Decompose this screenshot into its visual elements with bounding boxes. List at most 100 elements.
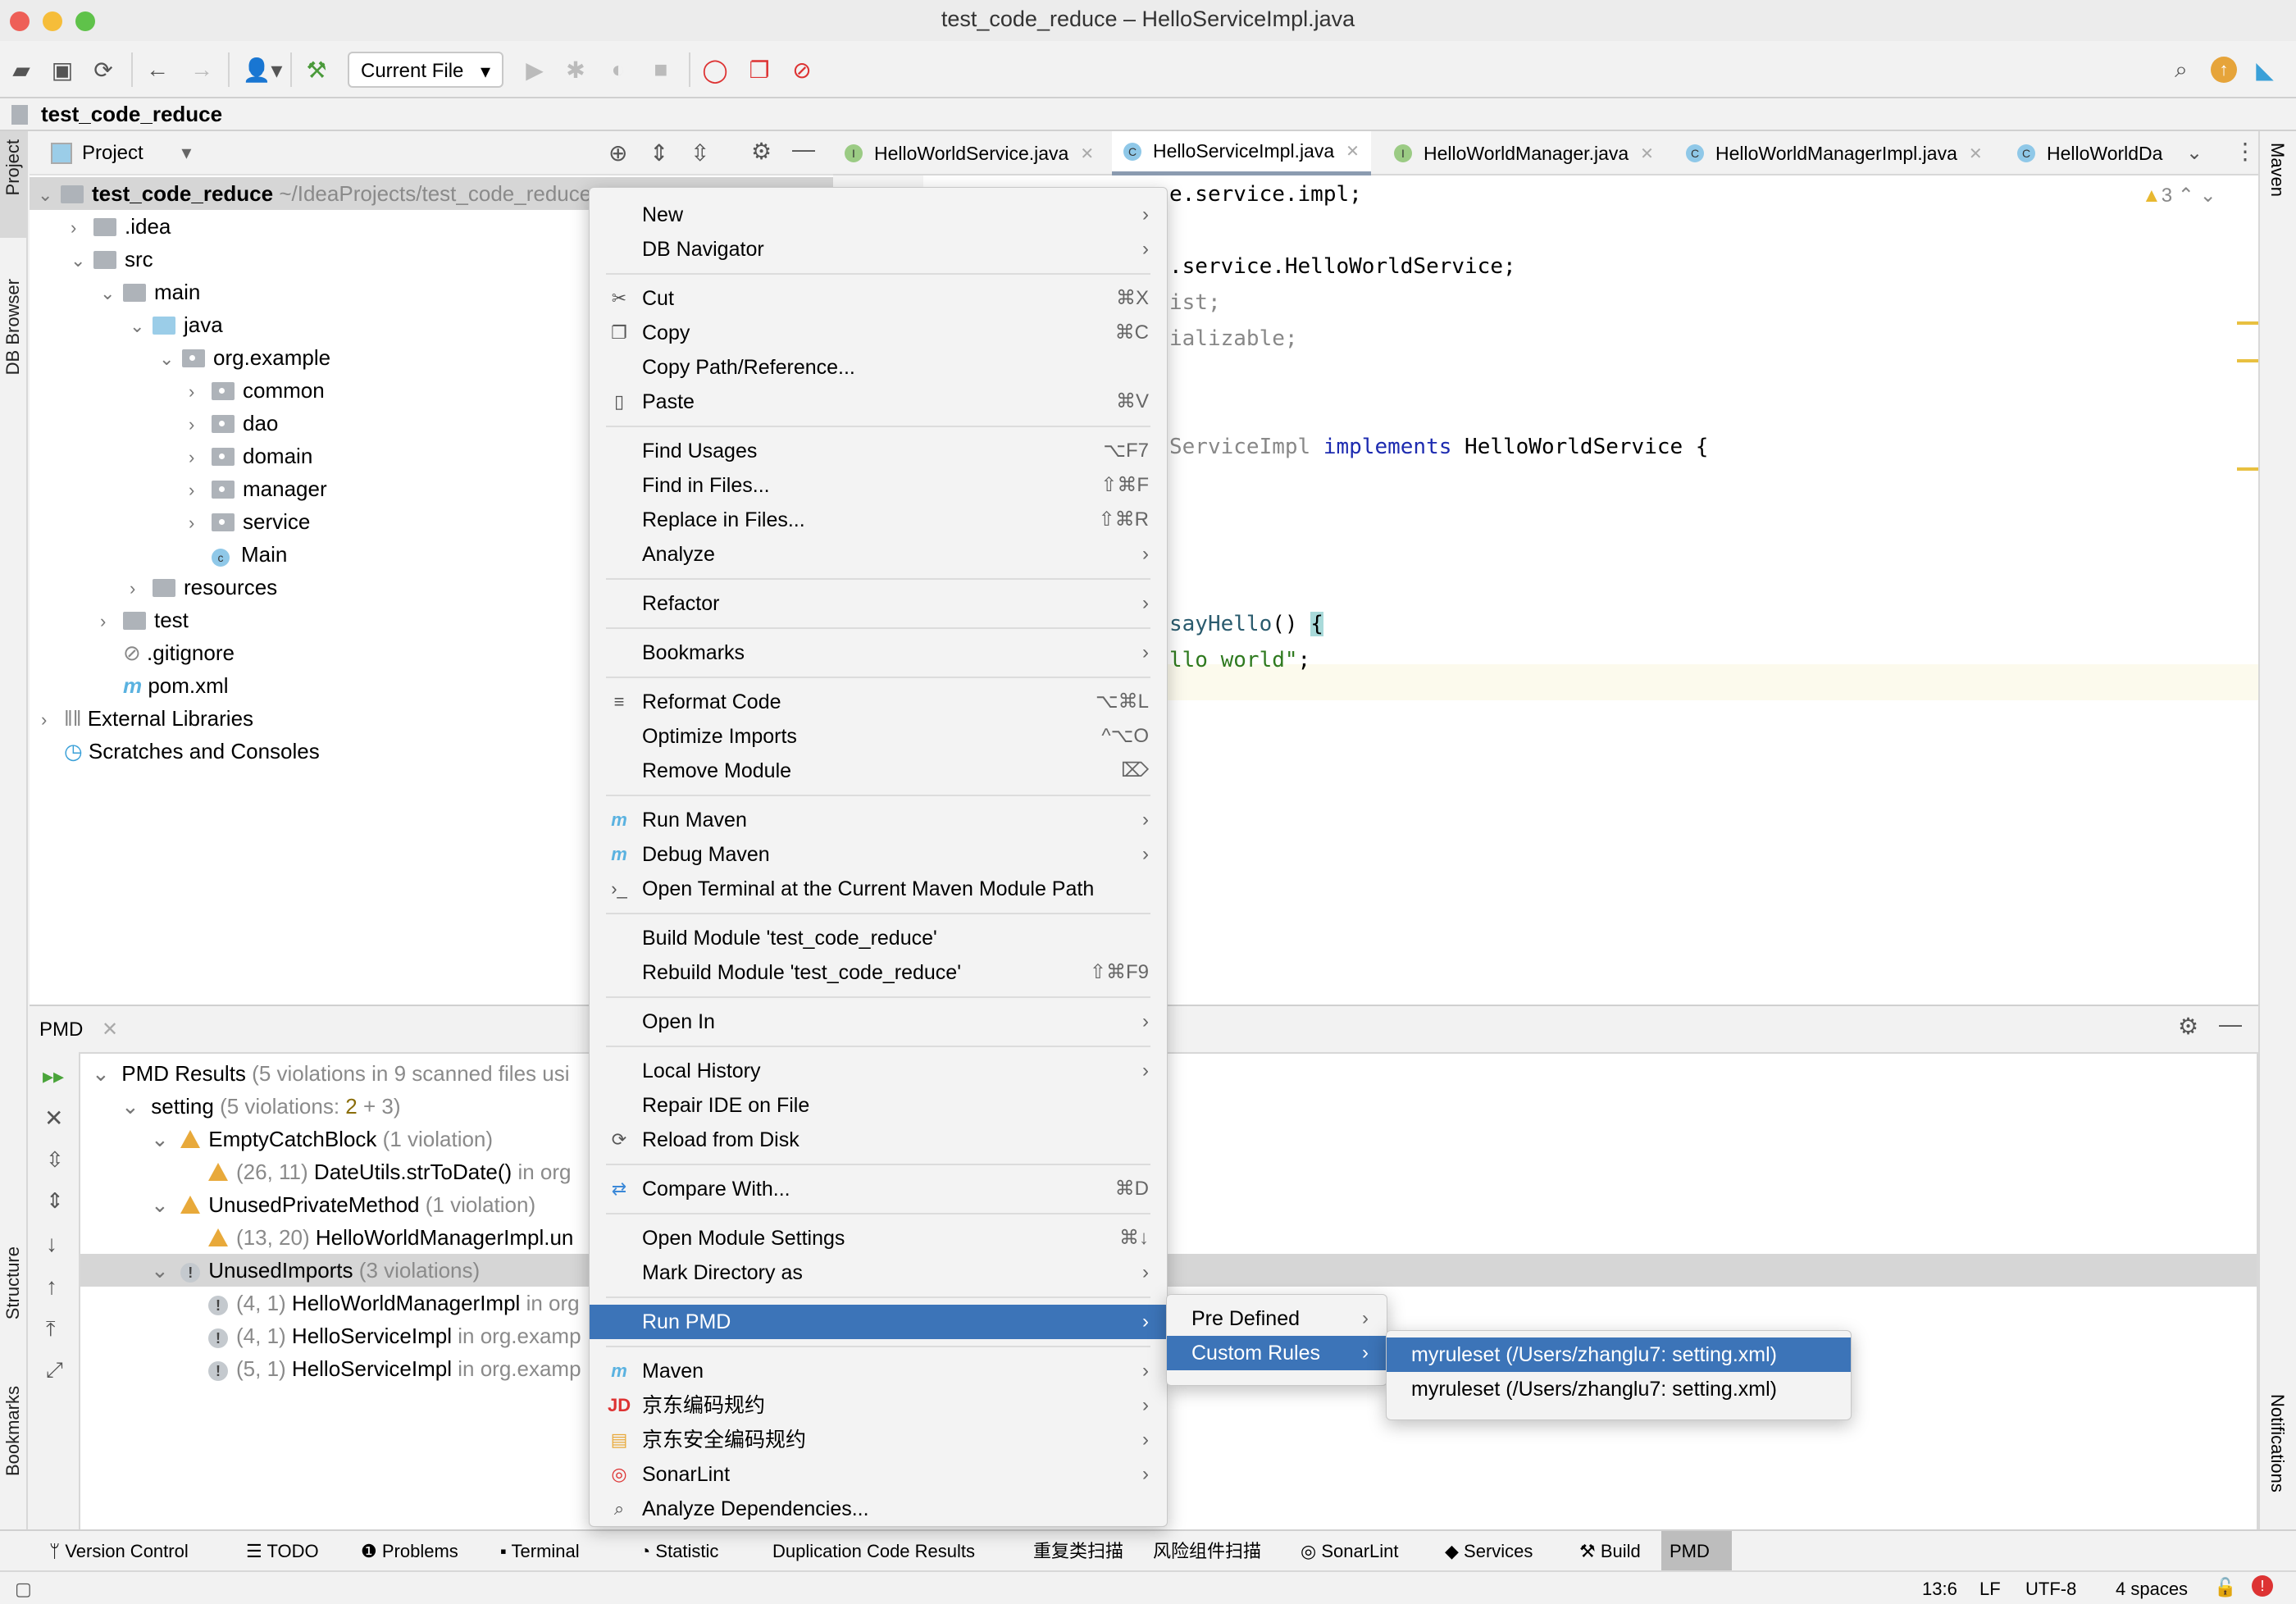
collapse-all-icon[interactable]: ⇳	[46, 1147, 64, 1173]
error-indicator-icon[interactable]: !	[2252, 1575, 2273, 1597]
tab-helloworldservice[interactable]: I HelloWorldService.java ✕	[833, 131, 1105, 175]
error-stripe-mark[interactable]	[2237, 359, 2258, 362]
tool-tab-risk-component-scan[interactable]: 风险组件扫描	[1145, 1531, 1269, 1572]
close-icon[interactable]: ✕	[44, 1105, 63, 1132]
menu-item-new[interactable]: New ›	[590, 198, 1167, 232]
menu-item-local-history[interactable]: Local History ›	[590, 1054, 1167, 1088]
back-icon[interactable]: ←	[141, 54, 174, 85]
menu-item-replace-in-files[interactable]: Replace in Files... ⇧⌘R	[590, 503, 1167, 537]
tab-helloworlddao[interactable]: C HelloWorldDa	[2006, 131, 2174, 175]
menu-item-reload-from-disk[interactable]: ⟳ Reload from Disk	[590, 1123, 1167, 1157]
close-icon[interactable]: ✕	[1640, 144, 1654, 164]
more-icon[interactable]: ⋮	[2234, 138, 2257, 165]
tab-helloworldmanagerimpl[interactable]: C HelloWorldManagerImpl.java ✕	[1674, 131, 1994, 175]
run-icon[interactable]: ▶	[518, 54, 551, 85]
db-browser-tool-button[interactable]: DB Browser	[2, 279, 24, 375]
pmd-rule[interactable]: ⌄ EmptyCatchBlock (1 violation)	[80, 1123, 2257, 1155]
structure-tool-button[interactable]: Structure	[2, 1246, 24, 1319]
tree-item-dao[interactable]: › dao	[189, 407, 278, 440]
menu-item-run-pmd[interactable]: Run PMD ›	[590, 1305, 1167, 1339]
menu-item-analyze[interactable]: Analyze ›	[590, 537, 1167, 572]
error-stripe-mark[interactable]	[2237, 467, 2258, 471]
menu-item-open-module-settings[interactable]: Open Module Settings ⌘↓	[590, 1221, 1167, 1255]
tree-item-org-example[interactable]: ⌄ org.example	[159, 341, 330, 374]
tree-item-common[interactable]: › common	[189, 374, 325, 407]
layout-icon[interactable]: ▢	[15, 1579, 32, 1600]
line-separator[interactable]: LF	[1979, 1579, 2001, 1600]
tree-item-test[interactable]: › test	[100, 604, 189, 636]
tool-tab-pmd[interactable]: PMD	[1661, 1531, 1732, 1572]
gear-icon[interactable]: ⚙	[2178, 1013, 2198, 1040]
menu-item-bookmarks[interactable]: Bookmarks ›	[590, 636, 1167, 670]
tab-helloserviceimpl[interactable]: C HelloServiceImpl.java ✕	[1112, 131, 1371, 175]
run-configuration-select[interactable]: Current File ▾	[348, 52, 503, 88]
menu-item-paste[interactable]: ▯ Paste ⌘V	[590, 385, 1167, 419]
tree-item-manager[interactable]: › manager	[189, 472, 327, 505]
code-line[interactable]: .service.HelloWorldService;	[1169, 254, 1516, 279]
code-scan-icon[interactable]: ◯	[699, 54, 731, 85]
expand-all-icon[interactable]: ⇕	[649, 139, 668, 166]
menu-item-open-in[interactable]: Open In ›	[590, 1005, 1167, 1039]
menu-item-maven[interactable]: m Maven ›	[590, 1354, 1167, 1388]
menu-item-build-module-test-code-reduce[interactable]: Build Module 'test_code_reduce'	[590, 921, 1167, 955]
tree-item-src[interactable]: ⌄ src	[71, 243, 153, 276]
menu-item-sonarlint[interactable]: ◎ SonarLint ›	[590, 1457, 1167, 1492]
open-folder-icon[interactable]: ▰	[5, 54, 38, 85]
tool-tab-todo[interactable]: ☰ TODO	[238, 1531, 327, 1572]
caret-position[interactable]: 13:6	[1922, 1579, 1957, 1600]
pmd-rule[interactable]: ⌄ ! UnusedImports (3 violations)	[80, 1254, 2257, 1287]
tree-item-external-libraries[interactable]: › ǁǁ External Libraries	[41, 702, 253, 735]
code-line[interactable]: ServiceImpl implements HelloWorldService…	[1169, 435, 1708, 459]
pmd-violation[interactable]: (13, 20) HelloWorldManagerImpl.un	[80, 1221, 2257, 1254]
breadcrumb-project[interactable]: test_code_reduce	[41, 102, 222, 126]
previous-icon[interactable]: ↑	[46, 1274, 57, 1300]
indent-setting[interactable]: 4 spaces	[2116, 1579, 2188, 1600]
menu-item-copy-path-reference[interactable]: Copy Path/Reference...	[590, 350, 1167, 385]
tree-item-pom[interactable]: m pom.xml	[100, 669, 229, 702]
sync-icon[interactable]: ⟳	[87, 54, 120, 85]
locate-icon[interactable]: ⊕	[608, 139, 627, 166]
menu-item-debug-maven[interactable]: m Debug Maven ›	[590, 837, 1167, 872]
project-tool-button[interactable]: Project	[2, 139, 24, 195]
error-stripe-mark[interactable]	[2237, 321, 2258, 325]
menu-item-custom-rules[interactable]: Custom Rules ›	[1167, 1336, 1387, 1370]
update-icon[interactable]: ↑	[2207, 54, 2240, 85]
menu-item-find-in-files[interactable]: Find in Files... ⇧⌘F	[590, 468, 1167, 503]
menu-item-analyze-dependencies[interactable]: ⌕ Analyze Dependencies...	[590, 1492, 1167, 1526]
menu-item-repair-ide-on-file[interactable]: Repair IDE on File	[590, 1088, 1167, 1123]
menu-item-find-usages[interactable]: Find Usages ⌥F7	[590, 434, 1167, 468]
collapse-all-icon[interactable]: ⇳	[690, 139, 709, 166]
open-icon[interactable]: ⤢	[46, 1357, 63, 1383]
chevron-down-icon[interactable]: ▾	[181, 142, 191, 164]
pmd-ruleset[interactable]: ⌄ setting (5 violations: 2 + 3)	[80, 1090, 2257, 1123]
debug-icon[interactable]: ✱	[559, 54, 592, 85]
vcs-user-icon[interactable]: 👤▾	[239, 54, 285, 85]
tool-tab-duplicate-class-scan[interactable]: 重复类扫描	[1025, 1531, 1132, 1572]
save-icon[interactable]: ▣	[46, 54, 79, 85]
menu-item-rebuild-module-test-code-reduce[interactable]: Rebuild Module 'test_code_reduce' ⇧⌘F9	[590, 955, 1167, 990]
menu-item-refactor[interactable]: Refactor ›	[590, 586, 1167, 621]
tool-tab-terminal[interactable]: ▪ Terminal	[492, 1531, 588, 1572]
menu-item-copy[interactable]: ❐ Copy ⌘C	[590, 316, 1167, 350]
rerun-icon[interactable]: ▸▸	[43, 1064, 64, 1089]
menu-item-open-terminal-at-the-current-maven-module-path[interactable]: ›_ Open Terminal at the Current Maven Mod…	[590, 872, 1167, 906]
export-icon[interactable]: ⤒	[46, 1316, 56, 1342]
tree-item-resources[interactable]: › resources	[130, 571, 277, 604]
forward-icon[interactable]: →	[185, 54, 218, 85]
menu-item-ruleset[interactable]: myruleset (/Users/zhanglu7: setting.xml)	[1387, 1337, 1851, 1372]
pmd-tab[interactable]: PMD	[39, 1018, 83, 1041]
tool-tab-build[interactable]: ⚒ Build	[1571, 1531, 1649, 1572]
code-line[interactable]: sayHello() {	[1169, 612, 1323, 636]
tool-tab-services[interactable]: ◆ Services	[1437, 1531, 1541, 1572]
menu-item-run-maven[interactable]: m Run Maven ›	[590, 803, 1167, 837]
tree-item-service[interactable]: › service	[189, 505, 310, 538]
code-line[interactable]: ist;	[1169, 290, 1221, 315]
code-with-me-icon[interactable]: ◣	[2248, 54, 2281, 85]
tree-item-java[interactable]: ⌄ java	[130, 308, 223, 341]
close-icon[interactable]: ✕	[102, 1018, 118, 1041]
search-icon[interactable]: ⌕	[2165, 54, 2198, 85]
tool-tab-version-control[interactable]: ᛘ Version Control	[41, 1531, 197, 1572]
expand-all-icon[interactable]: ⇕	[46, 1188, 64, 1214]
tree-item-main[interactable]: ⌄ main	[100, 276, 200, 308]
code-line[interactable]: ializable;	[1169, 326, 1298, 351]
